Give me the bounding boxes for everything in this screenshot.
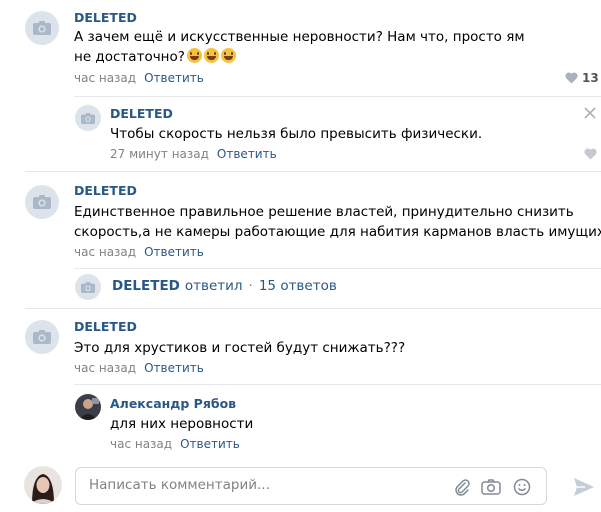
comment-meta: час назад Ответить (74, 71, 204, 85)
show-replies-link[interactable]: 15 ответов (259, 278, 337, 294)
reply-button[interactable]: Ответить (144, 245, 204, 259)
comment-text: Чтобы скорость нельзя было превысить физ… (110, 126, 483, 142)
comment-text: Это для хрустиков и гостей будут снижать… (74, 340, 406, 356)
camera-icon[interactable] (481, 477, 501, 497)
deleted-avatar[interactable] (75, 105, 101, 131)
comment-time[interactable]: час назад (74, 245, 136, 259)
paperclip-icon[interactable] (452, 477, 472, 497)
comment-text-line-1: Единственное правильное решение властей,… (74, 204, 574, 220)
thread-separator: · (248, 278, 253, 294)
deleted-avatar[interactable] (75, 274, 101, 300)
comment-time[interactable]: час назад (74, 71, 136, 85)
comment-time[interactable]: час назад (74, 361, 136, 375)
grinning-face-emoji (203, 48, 219, 63)
divider (25, 308, 601, 309)
divider (74, 96, 601, 97)
camera-placeholder-icon (81, 281, 95, 293)
comment-author[interactable]: DELETED (110, 106, 173, 121)
like-button[interactable]: 13 (565, 71, 599, 85)
comment-text: для них неровности (110, 416, 254, 432)
divider (25, 171, 601, 172)
camera-placeholder-icon (33, 195, 51, 209)
deleted-avatar[interactable] (25, 185, 59, 219)
thread-summary[interactable]: DELETED ответил · 15 ответов (112, 278, 337, 294)
heart-icon (565, 72, 578, 84)
comment-author[interactable]: DELETED (74, 10, 137, 25)
comment-text-body: А зачем ещё и искусственные неровности? … (74, 29, 525, 65)
deleted-avatar[interactable] (25, 11, 59, 45)
heart-icon[interactable] (584, 148, 597, 164)
current-user-avatar[interactable] (24, 466, 62, 504)
comment-text-line-2: скорость,а не камеры работающие для наби… (74, 224, 601, 240)
close-icon[interactable] (584, 107, 596, 119)
comment-meta: 27 минут назад Ответить (110, 147, 277, 161)
comment-author[interactable]: DELETED (74, 319, 137, 334)
comment-time[interactable]: 27 минут назад (110, 147, 209, 161)
comment-meta: час назад Ответить (74, 245, 204, 259)
comment-meta: час назад Ответить (110, 437, 240, 451)
camera-placeholder-icon (33, 330, 51, 344)
smiley-icon[interactable] (512, 477, 532, 497)
grinning-face-emoji (220, 48, 236, 63)
comment-author[interactable]: Александр Рябов (110, 396, 236, 411)
grinning-face-emoji (186, 48, 202, 63)
like-count: 13 (582, 71, 599, 85)
comment-composer[interactable] (75, 467, 547, 505)
camera-placeholder-icon (33, 21, 51, 35)
reply-button[interactable]: Ответить (144, 71, 204, 85)
camera-placeholder-icon (81, 112, 95, 124)
comment-author[interactable]: DELETED (74, 183, 137, 198)
divider (74, 384, 601, 385)
reply-button[interactable]: Ответить (180, 437, 240, 451)
reply-button[interactable]: Ответить (217, 147, 277, 161)
deleted-avatar[interactable] (25, 320, 59, 354)
comment-text: А зачем ещё и искусственные неровности? … (74, 27, 544, 67)
reply-button[interactable]: Ответить (144, 361, 204, 375)
user-avatar[interactable] (75, 394, 101, 420)
send-arrow-icon[interactable] (572, 476, 596, 498)
thread-author[interactable]: DELETED (112, 278, 180, 294)
comment-time[interactable]: час назад (110, 437, 172, 451)
comment-meta: час назад Ответить (74, 361, 204, 375)
thread-verb: ответил (184, 278, 243, 294)
comment-input[interactable] (89, 477, 389, 493)
divider (74, 268, 601, 269)
